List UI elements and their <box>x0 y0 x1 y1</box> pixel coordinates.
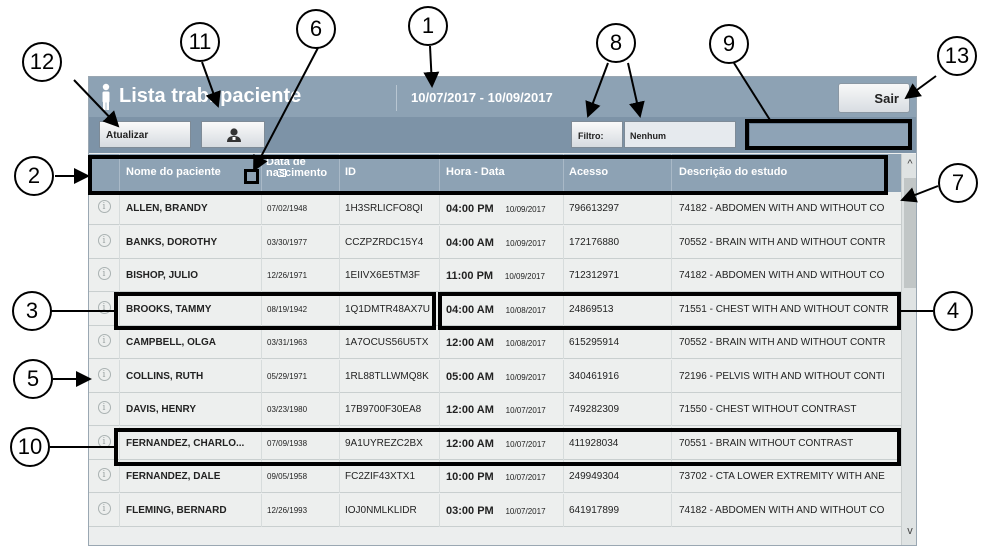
callout-12: 12 <box>22 42 62 82</box>
callout-13: 13 <box>937 36 977 76</box>
sort-highlight-box <box>244 169 259 184</box>
search-highlight-box <box>745 119 912 150</box>
callout-6: 6 <box>296 9 336 49</box>
callout-10: 10 <box>10 427 50 467</box>
callout-4: 4 <box>933 291 973 331</box>
callout-3: 3 <box>12 291 52 331</box>
callout-9: 9 <box>709 24 749 64</box>
name-id-highlight-box <box>114 292 436 330</box>
callout-5: 5 <box>13 359 53 399</box>
row-highlight-box <box>114 428 901 466</box>
header-highlight-box <box>88 155 888 195</box>
callout-8: 8 <box>596 23 636 63</box>
callout-2: 2 <box>14 156 54 196</box>
callout-1: 1 <box>408 6 448 46</box>
callout-7: 7 <box>938 163 978 203</box>
time-study-highlight-box <box>438 292 901 330</box>
callout-11: 11 <box>180 22 220 62</box>
